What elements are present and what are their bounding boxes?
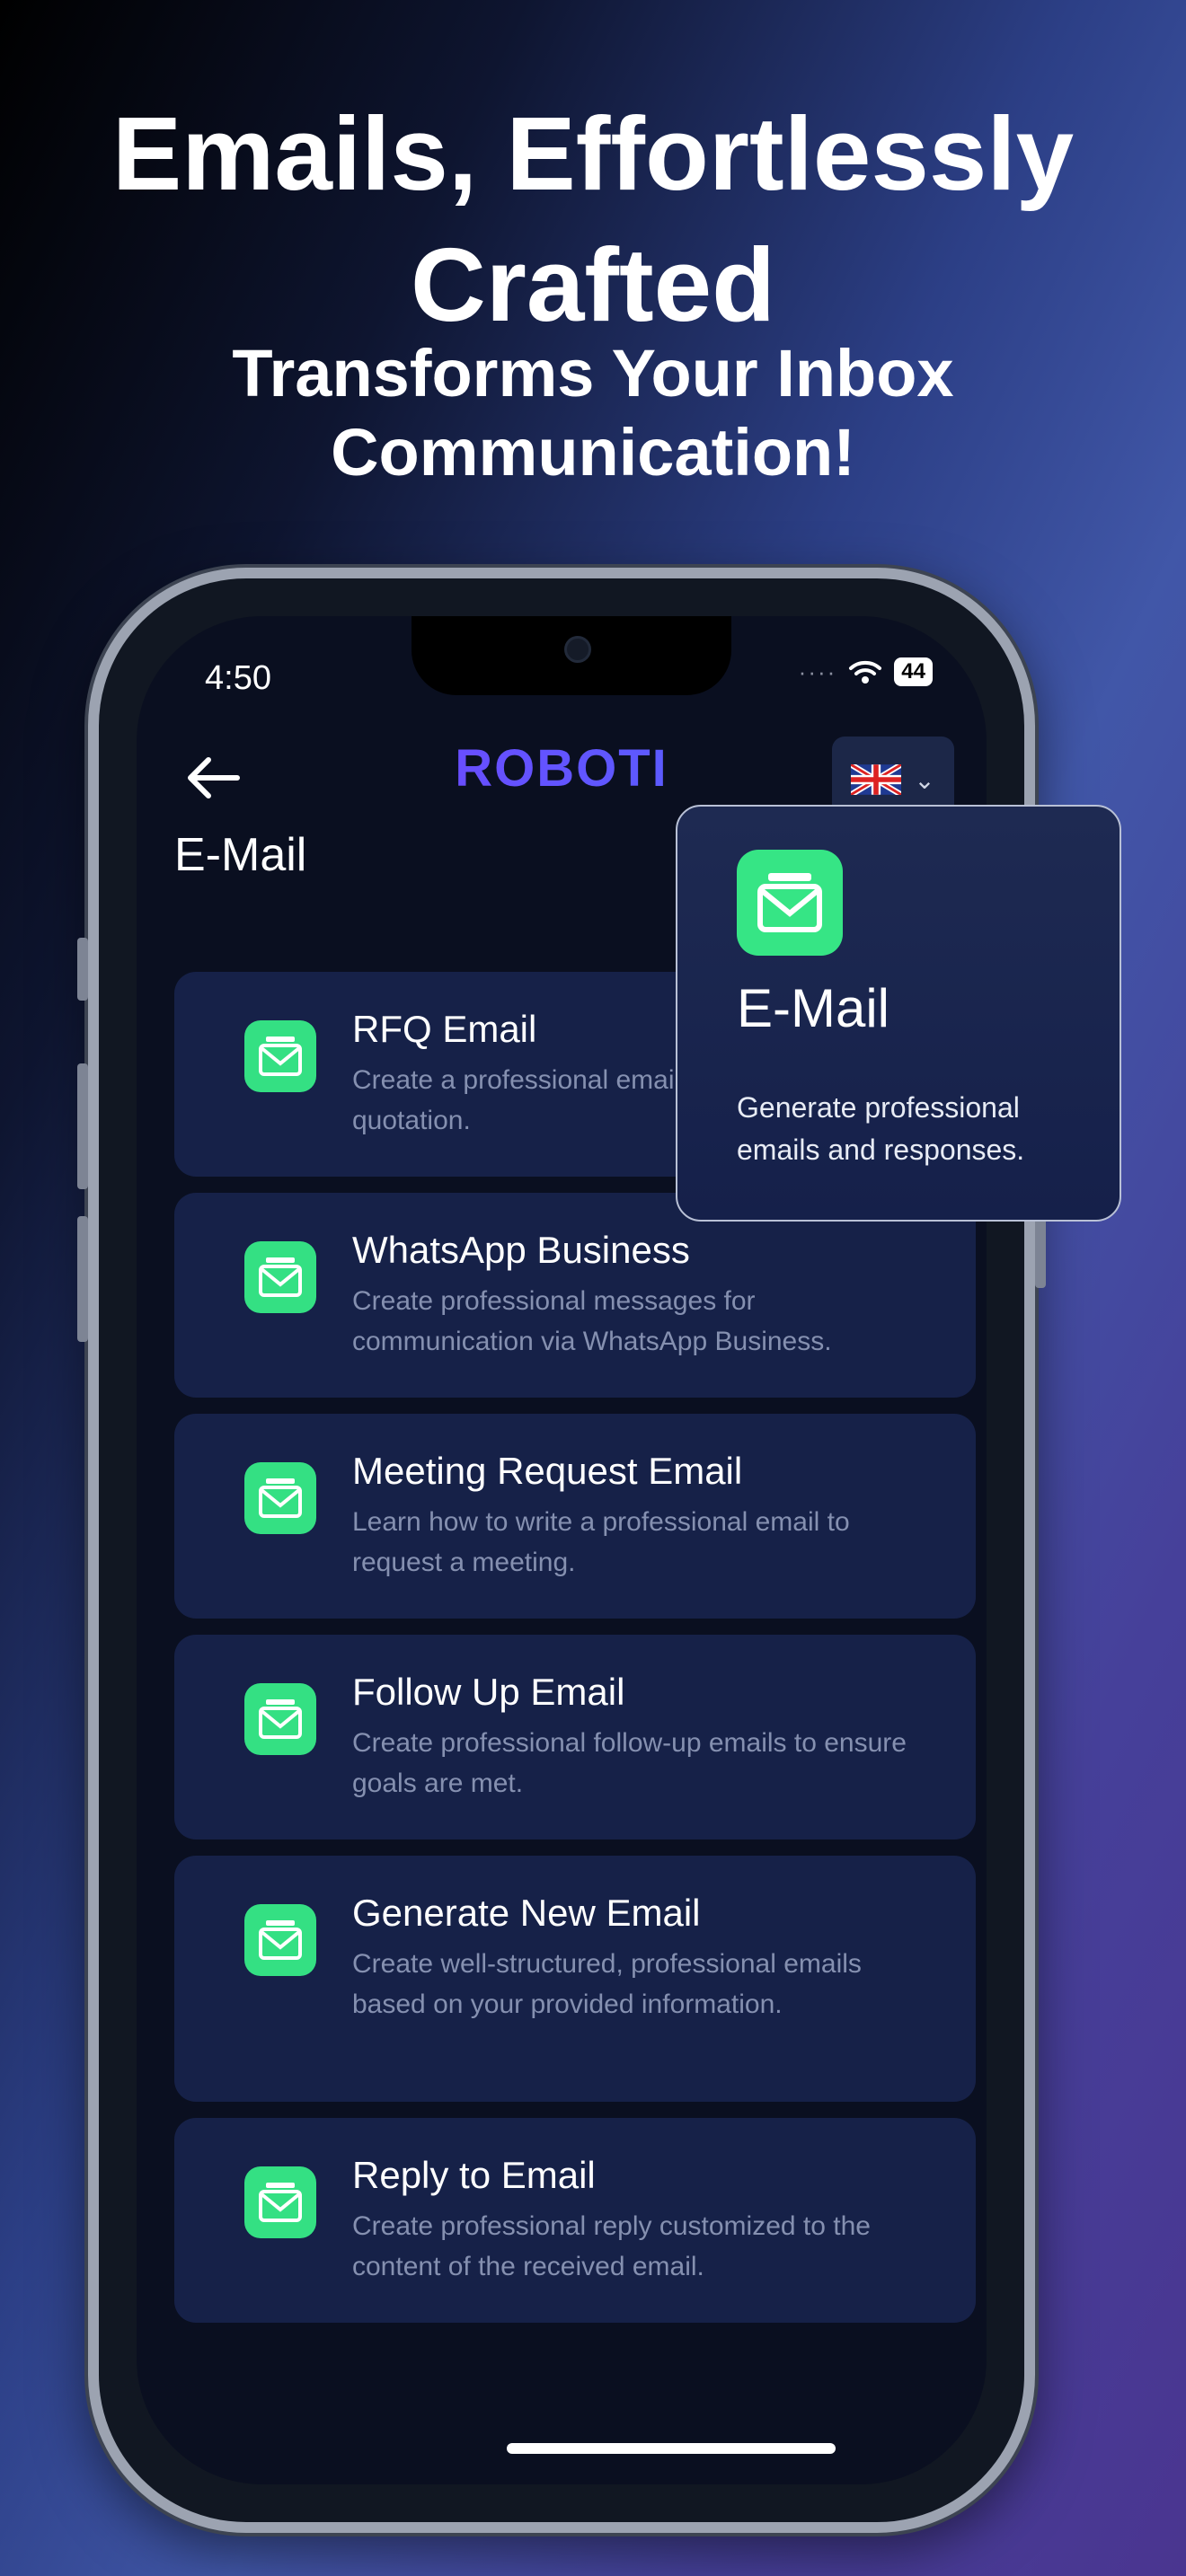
headline-subtitle-line2: Communication! <box>331 415 855 490</box>
card-title: RFQ Email <box>352 1008 537 1050</box>
card-follow-up-email[interactable]: Follow Up Email Create professional foll… <box>174 1635 976 1839</box>
mail-icon <box>244 1241 316 1313</box>
card-desc: Create professional reply customized to … <box>352 2211 871 2281</box>
popup-title: E-Mail <box>737 978 890 1038</box>
card-desc: Create professional follow-up emails to … <box>352 1728 907 1798</box>
battery-icon: 44 <box>894 657 933 686</box>
mail-icon <box>244 1462 316 1534</box>
silent-switch <box>77 938 88 1001</box>
mail-icon <box>244 1020 316 1092</box>
card-whatsapp-business[interactable]: WhatsApp Business Create professional me… <box>174 1193 976 1398</box>
card-title: WhatsApp Business <box>352 1229 690 1271</box>
headline-subtitle: Transforms Your Inbox Communication! <box>0 334 1186 492</box>
mail-icon <box>244 1904 316 1976</box>
card-title: Follow Up Email <box>352 1671 625 1713</box>
email-feature-popup: E-Mail Generate professional emails and … <box>676 805 1121 1222</box>
uk-flag-icon <box>851 764 902 795</box>
chevron-down-icon: ⌄ <box>914 765 935 794</box>
headline-title-line2: Crafted <box>410 226 776 343</box>
dynamic-island <box>412 616 731 695</box>
mail-icon <box>737 850 843 956</box>
home-indicator[interactable] <box>507 2443 836 2454</box>
signal-icon: ···· <box>798 657 837 685</box>
card-desc: Create professional messages for communi… <box>352 1286 832 1356</box>
card-desc: Learn how to write a professional email … <box>352 1507 850 1577</box>
card-meeting-request-email[interactable]: Meeting Request Email Learn how to write… <box>174 1414 976 1619</box>
mail-icon <box>244 1683 316 1755</box>
status-time: 4:50 <box>205 659 271 697</box>
popup-desc: Generate professional emails and respons… <box>737 1091 1025 1166</box>
volume-up-button <box>77 1063 88 1189</box>
headline-title-line1: Emails, Effortlessly <box>111 95 1075 212</box>
camera-icon <box>564 636 591 663</box>
page-title: E-Mail <box>174 829 307 881</box>
card-generate-new-email[interactable]: Generate New Email Create well-structure… <box>174 1856 976 2102</box>
card-title: Reply to Email <box>352 2154 596 2196</box>
volume-down-button <box>77 1216 88 1342</box>
status-indicators: ···· 44 <box>799 657 933 686</box>
card-title: Meeting Request Email <box>352 1450 743 1492</box>
card-reply-to-email[interactable]: Reply to Email Create professional reply… <box>174 2118 976 2323</box>
card-desc: Create well-structured, professional ema… <box>352 1949 862 2019</box>
headline-subtitle-line1: Transforms Your Inbox <box>232 336 954 410</box>
headline-title: Emails, Effortlessly Crafted <box>0 88 1186 350</box>
mail-icon <box>244 2166 316 2238</box>
card-title: Generate New Email <box>352 1892 701 1934</box>
wifi-icon <box>849 660 882 684</box>
